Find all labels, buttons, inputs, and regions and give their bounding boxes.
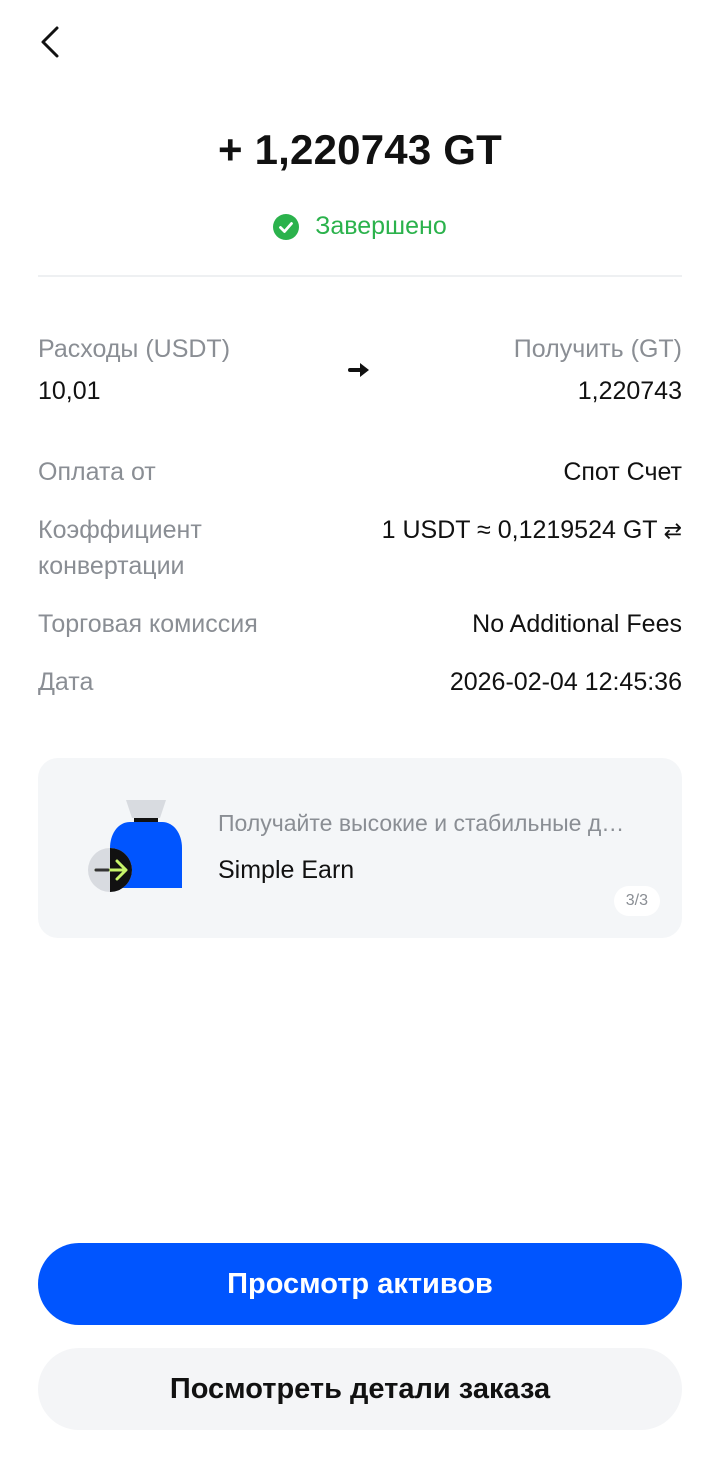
receive-label: Получить (GT)	[513, 335, 682, 363]
spend-label: Расходы (USDT)	[38, 335, 231, 363]
spend-column: Расходы (USDT) 10,01	[38, 334, 230, 406]
view-assets-button[interactable]: Просмотр активов	[38, 1243, 682, 1325]
conversion-rate[interactable]: 1 USDT ≈ 0,1219524 GT ⇄	[382, 512, 682, 549]
money-bag-icon	[88, 800, 182, 892]
spend-value: 10,01	[38, 377, 101, 405]
detail-row-date: Дата 2026-02-04 12:45:36	[38, 664, 682, 700]
detail-value: 2026-02-04 12:45:36	[449, 668, 682, 696]
detail-row-conversion-rate: Коэффициент конвертации 1 USDT ≈ 0,12195…	[38, 512, 682, 584]
detail-label: Дата	[38, 668, 94, 696]
exchange-summary: Расходы (USDT) 10,01 Получить (GT) 1,220…	[38, 334, 682, 414]
detail-row-payment-source: Оплата от Спот Счет	[38, 454, 682, 490]
received-amount: + 1,220743 GT	[218, 126, 502, 173]
receive-value: 1,220743	[577, 377, 682, 405]
view-order-details-button[interactable]: Посмотреть детали заказа	[38, 1348, 682, 1430]
detail-value: Спот Счет	[563, 458, 682, 486]
promo-subtitle: Получайте высокие и стабильные д…	[218, 810, 625, 836]
divider	[38, 275, 682, 277]
detail-value: No Additional Fees	[472, 610, 682, 638]
arrow-right-icon	[348, 363, 369, 377]
promo-page-indicator: 3/3	[613, 886, 660, 916]
status-text: Завершено	[315, 212, 447, 240]
detail-label: Торговая комиссия	[38, 610, 258, 638]
receive-column: Получить (GT) 1,220743	[514, 334, 682, 406]
promo-banner[interactable]: Получайте высокие и стабильные д… Simple…	[38, 758, 682, 938]
swap-arrows-icon[interactable]: ⇄	[664, 518, 682, 543]
check-circle-icon	[273, 213, 300, 240]
transaction-result-screen: + 1,220743 GT Завершено Расходы (USDT) 1…	[0, 0, 720, 1460]
promo-title: Simple Earn	[218, 856, 355, 884]
detail-label: Оплата от	[38, 458, 156, 486]
status-badge: Завершено	[0, 212, 720, 241]
detail-label: Коэффициент конвертации	[38, 516, 202, 580]
back-chevron-icon	[41, 26, 59, 58]
detail-row-trading-fee: Торговая комиссия No Additional Fees	[38, 606, 682, 642]
detail-value: 1 USDT ≈ 0,1219524 GT	[381, 516, 658, 544]
back-button[interactable]	[28, 20, 72, 64]
